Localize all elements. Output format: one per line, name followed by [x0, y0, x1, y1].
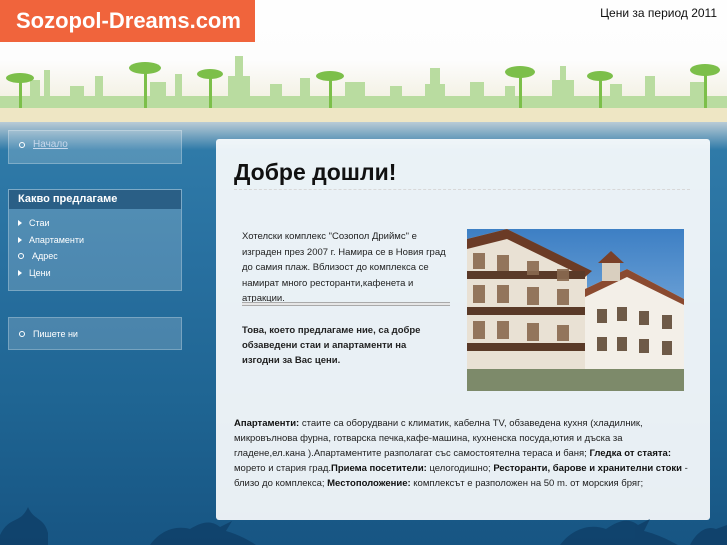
hotel-photo — [467, 229, 684, 391]
contact-nav-box: Пишете ни — [8, 317, 182, 350]
nav-item-prices[interactable]: Цени — [18, 265, 172, 282]
offer-paragraph: Това, което предлагаме ние, са добре обз… — [242, 325, 421, 366]
sea-decoration — [0, 507, 727, 545]
arrow-right-icon — [18, 220, 22, 227]
nav-item-rooms[interactable]: Стаи — [18, 215, 172, 232]
restaurants-label: Ресторанти, барове и хранителни стоки — [493, 463, 683, 474]
section-divider — [242, 302, 450, 306]
nav-item-address[interactable]: Адрес — [18, 248, 172, 265]
left-sidebar: Начало Какво предлагаме Стаи Апартаменти… — [8, 130, 182, 350]
nav-item-label: Апартаменти — [29, 234, 85, 245]
nav-item-contact-label: Пишете ни — [33, 329, 78, 339]
bullet-icon — [19, 331, 25, 337]
price-period-text: Цени за период 2011 — [600, 6, 717, 20]
nav-item-label: Адрес — [32, 251, 58, 262]
nav-item-home[interactable]: Начало — [19, 139, 171, 150]
bullet-icon — [18, 253, 24, 260]
intro-paragraph: Хотелски комплекс "Созопол Дриймс" е изг… — [242, 231, 446, 304]
nav-item-home-label: Начало — [33, 139, 68, 150]
apartments-label: Апартаменти: — [234, 418, 300, 429]
guests-text: целогодишно; — [426, 463, 494, 474]
nav-item-label: Цени — [29, 267, 51, 278]
main-content-panel: Добре дошли! Хотелски комплекс "Созопол … — [216, 139, 710, 520]
site-logo[interactable]: Sozopol-Dreams.com — [0, 0, 255, 42]
location-text: комплексът е разположен на 50 m. от морс… — [410, 478, 644, 489]
bullet-icon — [19, 141, 25, 148]
view-text: морето и стария град. — [234, 463, 332, 474]
page-title: Добре дошли! — [234, 159, 397, 185]
nav-item-apartments[interactable]: Апартаменти — [18, 232, 172, 249]
guests-label: Приема посетители: — [331, 463, 427, 474]
details-paragraph: Апартаменти: стаите са оборудвани с клим… — [234, 416, 694, 491]
home-nav-box: Начало — [8, 130, 182, 164]
offer-menu-list: Стаи Апартаменти Адрес Цени — [9, 209, 181, 287]
site-header: Sozopol-Dreams.com Цени за период 2011 — [0, 0, 727, 122]
view-label: Гледка от стаята: — [589, 448, 671, 459]
location-label: Местоположение: — [327, 478, 411, 489]
title-divider — [234, 189, 690, 190]
offer-menu-title: Какво предлагаме — [9, 190, 181, 209]
nav-item-label: Стаи — [29, 218, 50, 229]
offer-menu-box: Какво предлагаме Стаи Апартаменти Адрес … — [8, 189, 182, 291]
skyline-illustration — [0, 56, 727, 122]
arrow-right-icon — [18, 236, 22, 243]
arrow-right-icon — [18, 269, 22, 276]
nav-item-contact[interactable]: Пишете ни — [19, 329, 171, 339]
